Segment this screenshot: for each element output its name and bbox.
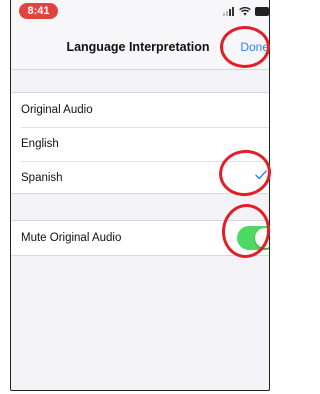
status-time: 8:41 — [19, 3, 58, 19]
audio-option-spanish[interactable]: Spanish — [11, 161, 269, 195]
audio-option-label: Spanish — [21, 172, 63, 184]
battery-icon — [255, 6, 269, 16]
checkmark-icon — [255, 170, 267, 183]
audio-option-english[interactable]: English — [11, 127, 269, 161]
mute-original-audio-label: Mute Original Audio — [21, 232, 122, 244]
page-title: Language Interpretation — [66, 40, 210, 54]
mute-section: Mute Original Audio — [11, 220, 269, 256]
audio-option-label: English — [21, 138, 59, 150]
audio-option-label: Original Audio — [21, 104, 93, 116]
done-button[interactable]: Done — [240, 40, 269, 54]
status-icons — [223, 5, 269, 17]
nav-bar: Language Interpretation Done — [11, 26, 269, 70]
mute-original-audio-toggle[interactable] — [237, 226, 269, 250]
audio-options-list: Original Audio English Spanish — [11, 92, 269, 194]
phone-screen: 8:41 Language Interpretation Done Origin… — [10, 0, 270, 391]
mute-original-audio-row: Mute Original Audio — [11, 221, 269, 255]
wifi-icon — [239, 6, 251, 16]
audio-option-original[interactable]: Original Audio — [11, 93, 269, 127]
status-bar: 8:41 — [11, 0, 269, 26]
toggle-knob — [255, 228, 269, 248]
signal-icon — [223, 6, 235, 16]
